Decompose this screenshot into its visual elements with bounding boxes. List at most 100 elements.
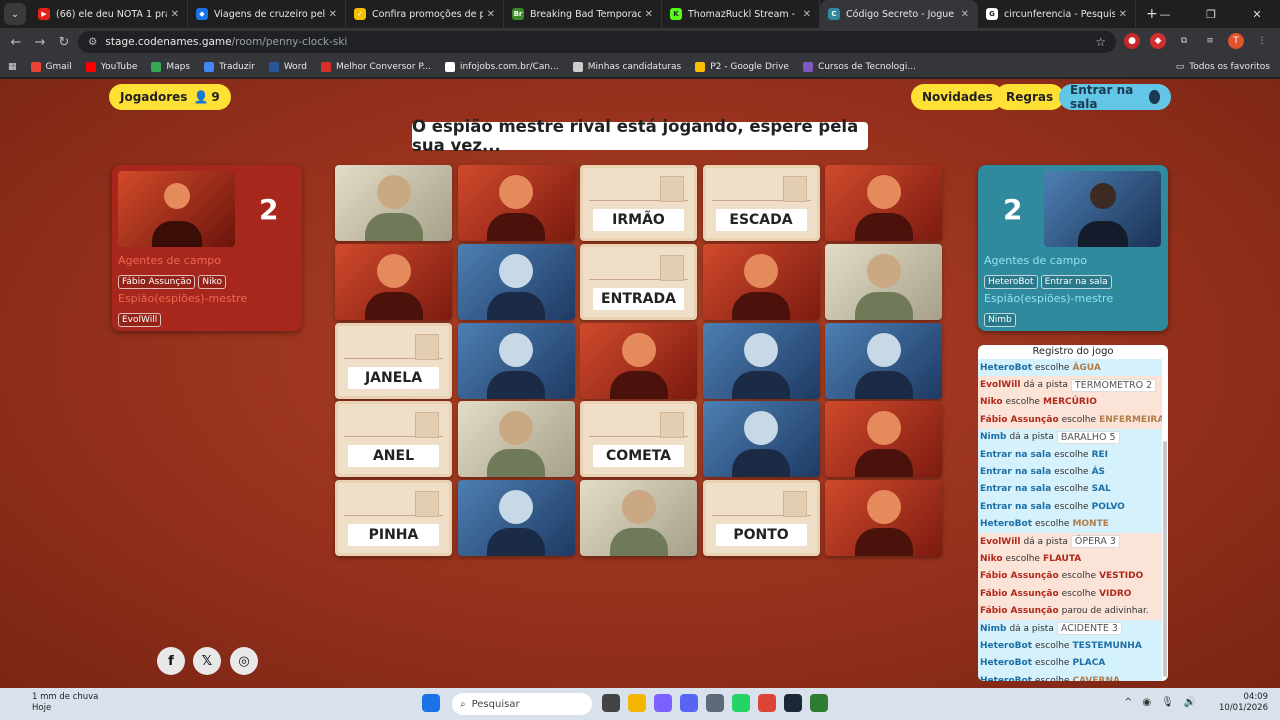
minimize-button[interactable]: — bbox=[1142, 8, 1188, 21]
extension-icon[interactable]: ● bbox=[1124, 33, 1140, 49]
whatsapp-icon[interactable] bbox=[732, 694, 750, 712]
back-button[interactable]: ← bbox=[4, 35, 28, 50]
facebook-icon[interactable]: f bbox=[157, 647, 185, 675]
word-card[interactable]: ANEL bbox=[335, 401, 452, 478]
tab-close-icon[interactable]: ✕ bbox=[487, 9, 495, 20]
game-log[interactable]: Registro do jogo HeteroBot escolhe ÁGUA Evo… bbox=[978, 345, 1168, 681]
join-room-button[interactable]: Entrar na sala bbox=[1059, 83, 1171, 111]
blue-agent-card[interactable] bbox=[457, 480, 575, 557]
neutral-agent-card[interactable] bbox=[457, 401, 575, 478]
blue-agent-card[interactable] bbox=[702, 401, 820, 478]
red-agent-card[interactable] bbox=[335, 243, 452, 320]
volume-icon[interactable]: 🔊 bbox=[1184, 697, 1196, 708]
tab-close-icon[interactable]: ✕ bbox=[171, 9, 179, 20]
tab-favicon-icon: ▶ bbox=[38, 8, 50, 20]
reload-button[interactable]: ↻ bbox=[52, 35, 76, 50]
weather-widget[interactable]: 1 mm de chuva Hoje bbox=[14, 692, 98, 714]
player-chip[interactable]: EvolWill bbox=[118, 313, 162, 327]
word-card[interactable]: PINHA bbox=[335, 480, 452, 557]
discord-icon[interactable] bbox=[680, 694, 698, 712]
tab-close-icon[interactable]: ✕ bbox=[645, 9, 653, 20]
blue-agent-card[interactable] bbox=[825, 322, 942, 399]
word-card[interactable]: IRMÃO bbox=[580, 165, 697, 241]
player-chip[interactable]: Entrar na sala bbox=[1040, 275, 1112, 289]
steam-icon[interactable] bbox=[784, 694, 802, 712]
neutral-agent-card[interactable] bbox=[825, 243, 942, 320]
browser-tab[interactable]: K ThomazRuckl Stream - Kick Da ✕ bbox=[662, 0, 820, 28]
bookmark-item[interactable]: YouTube bbox=[85, 61, 137, 72]
word-card[interactable]: ESCADA bbox=[702, 165, 820, 241]
file-explorer-icon[interactable] bbox=[628, 694, 646, 712]
bookmark-item[interactable]: Maps bbox=[151, 61, 190, 72]
windows-start-icon[interactable] bbox=[422, 694, 440, 712]
all-bookmarks[interactable]: ▭ Todos os favoritos bbox=[1176, 62, 1270, 72]
address-bar[interactable]: ⚙ stage.codenames.game/room/penny-clock-… bbox=[78, 31, 1116, 53]
players-button[interactable]: Jogadores 👤 9 bbox=[109, 84, 231, 110]
browser-menu-icon[interactable]: ⋮ bbox=[1254, 33, 1270, 49]
word-card[interactable]: COMETA bbox=[580, 401, 697, 478]
network-icon[interactable]: ◉ bbox=[1142, 697, 1151, 708]
task-view-icon[interactable] bbox=[602, 694, 620, 712]
browser-tab[interactable]: ✓ Confira promoções de pacotes ✕ bbox=[346, 0, 504, 28]
close-window-button[interactable]: ✕ bbox=[1234, 8, 1280, 21]
neutral-agent-card[interactable] bbox=[335, 165, 452, 241]
reading-list-icon[interactable]: ≡ bbox=[1202, 33, 1218, 49]
bookmark-item[interactable]: Melhor Conversor P... bbox=[320, 61, 431, 72]
copilot-icon[interactable] bbox=[654, 694, 672, 712]
profile-avatar[interactable]: T bbox=[1228, 33, 1244, 49]
instagram-icon[interactable]: ◎ bbox=[230, 647, 258, 675]
site-info-icon[interactable]: ⚙ bbox=[88, 36, 97, 48]
maximize-button[interactable]: ❐ bbox=[1188, 8, 1234, 21]
microphone-icon[interactable]: 🎙 bbox=[1161, 697, 1174, 708]
tab-close-icon[interactable]: ✕ bbox=[961, 9, 969, 20]
red-agent-card[interactable] bbox=[825, 480, 942, 557]
tray-chevron-icon[interactable]: ^ bbox=[1124, 697, 1132, 708]
word-card[interactable]: ENTRADA bbox=[580, 243, 697, 320]
neutral-agent-card[interactable] bbox=[580, 480, 697, 557]
blue-agent-card[interactable] bbox=[702, 322, 820, 399]
app-icon[interactable] bbox=[810, 694, 828, 712]
bookmark-item[interactable]: Word bbox=[268, 61, 307, 72]
player-chip[interactable]: Niko bbox=[198, 275, 226, 289]
word-card[interactable]: JANELA bbox=[335, 322, 452, 399]
tab-close-icon[interactable]: ✕ bbox=[1119, 9, 1127, 20]
bookmark-item[interactable]: P2 - Google Drive bbox=[695, 61, 789, 72]
taskbar-search[interactable]: ⌕ Pesquisar bbox=[452, 693, 592, 715]
rules-button[interactable]: Regras bbox=[995, 84, 1065, 110]
browser-tab[interactable]: ◆ Viagens de cruzeiro pela Amér ✕ bbox=[188, 0, 346, 28]
red-agent-card[interactable] bbox=[580, 322, 697, 399]
tab-close-icon[interactable]: ✕ bbox=[803, 9, 811, 20]
extension-icon[interactable]: ◆ bbox=[1150, 33, 1166, 49]
browser-tab[interactable]: Gcircunferencia - Pesquisa Goog ✕ bbox=[978, 0, 1136, 28]
red-agent-card[interactable] bbox=[702, 243, 820, 320]
chrome-icon[interactable] bbox=[758, 694, 776, 712]
bookmark-item[interactable]: infojobs.com.br/Can... bbox=[444, 61, 559, 72]
blue-agent-card[interactable] bbox=[457, 322, 575, 399]
red-agent-card[interactable] bbox=[825, 165, 942, 241]
player-chip[interactable]: Nimb bbox=[984, 313, 1016, 327]
twitter-icon[interactable]: 𝕏 bbox=[193, 647, 221, 675]
browser-tab[interactable]: ▶ (66) ele deu NOTA 1 pra esse jo ✕ bbox=[30, 0, 188, 28]
blue-agent-card[interactable] bbox=[457, 243, 575, 320]
red-agent-card[interactable] bbox=[457, 165, 575, 241]
tab-search-button[interactable]: ⌄ bbox=[4, 3, 26, 25]
player-chip[interactable]: Fábio Assunção bbox=[118, 275, 196, 289]
browser-tab[interactable]: Br Breaking Bad Temporada 5 Epi ✕ bbox=[504, 0, 662, 28]
red-agent-card[interactable] bbox=[825, 401, 942, 478]
extensions-puzzle-icon[interactable]: ⧉ bbox=[1176, 33, 1192, 49]
tab-close-icon[interactable]: ✕ bbox=[329, 9, 337, 20]
settings-icon[interactable] bbox=[706, 694, 724, 712]
taskbar-clock[interactable]: 04:09 10/01/2026 bbox=[1219, 692, 1268, 714]
bookmark-item[interactable]: Traduzir bbox=[204, 61, 255, 72]
forward-button[interactable]: → bbox=[28, 35, 52, 50]
bookmark-item[interactable]: Cursos de Tecnologi... bbox=[802, 61, 916, 72]
game-log-scrollbar[interactable] bbox=[1163, 441, 1167, 677]
browser-tab[interactable]: C Código Secreto - Jogue online ✕ bbox=[820, 0, 978, 28]
apps-grid-icon[interactable]: ▦ bbox=[8, 62, 17, 72]
bookmark-item[interactable]: Gmail bbox=[30, 61, 72, 72]
bookmark-item[interactable]: Minhas candidaturas bbox=[572, 61, 681, 72]
word-card[interactable]: PONTO bbox=[702, 480, 820, 557]
news-button[interactable]: Novidades bbox=[911, 84, 1004, 110]
bookmark-star-icon[interactable]: ☆ bbox=[1095, 35, 1106, 49]
player-chip[interactable]: HeteroBot bbox=[984, 275, 1038, 289]
